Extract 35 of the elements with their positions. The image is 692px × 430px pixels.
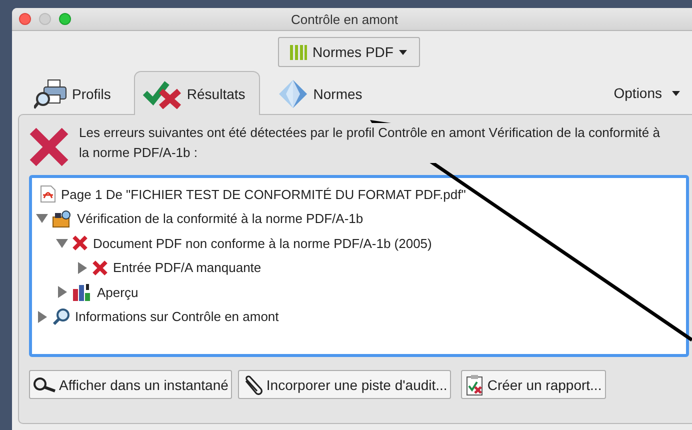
- standards-dropdown[interactable]: Normes PDF: [278, 37, 420, 67]
- pdf-file-icon: [40, 185, 56, 204]
- toolbox-icon: [52, 210, 72, 228]
- magnifier-icon: [52, 308, 70, 326]
- printer-magnifier-icon: [34, 78, 68, 110]
- caret-icon: [672, 90, 680, 96]
- action-button[interactable]: Incorporer une piste d'audit...: [238, 370, 452, 399]
- tree-item[interactable]: Entrée PDF/A manquante: [112, 260, 262, 276]
- expand-toggle[interactable]: [36, 310, 48, 323]
- tab[interactable]: Résultats: [134, 71, 260, 115]
- zoom-button[interactable]: [59, 13, 71, 25]
- expand-toggle[interactable]: [76, 262, 88, 274]
- bar-chart-icon: [72, 283, 92, 302]
- tab[interactable]: Profils: [25, 72, 126, 114]
- close-button[interactable]: [19, 13, 31, 25]
- tab[interactable]: Normes: [268, 72, 378, 114]
- cross-icon: [29, 127, 69, 167]
- tree-item[interactable]: Page 1 De "FICHIER TEST DE CONFORMITÉ DU FORMAT PDF.pdf": [60, 186, 466, 202]
- tree-item[interactable]: Aperçu: [96, 284, 138, 300]
- check-and-cross-icon: [142, 78, 183, 108]
- options-menu[interactable]: Options: [614, 85, 680, 101]
- action-button[interactable]: Afficher dans un instantané: [29, 370, 232, 399]
- window-title: Contrôle en amont: [291, 12, 399, 26]
- diamond-icon: [277, 78, 310, 110]
- cross-icon: [92, 260, 108, 276]
- clipboard-icon: [465, 374, 486, 396]
- tree-item[interactable]: Document PDF non conforme à la norme PDF/A-1b (2005): [92, 236, 432, 251]
- bars-icon: [288, 44, 307, 60]
- action-button[interactable]: Créer un rapport...: [461, 370, 606, 399]
- magnifier-icon: [33, 376, 57, 392]
- cross-icon: [72, 235, 88, 252]
- tree-item[interactable]: Informations sur Contrôle en amont: [74, 309, 279, 324]
- collapse-toggle[interactable]: [56, 237, 68, 250]
- caret-icon: [399, 50, 408, 54]
- tree-item[interactable]: Vérification de la conformité à la norme PDF/A-1b: [76, 211, 364, 226]
